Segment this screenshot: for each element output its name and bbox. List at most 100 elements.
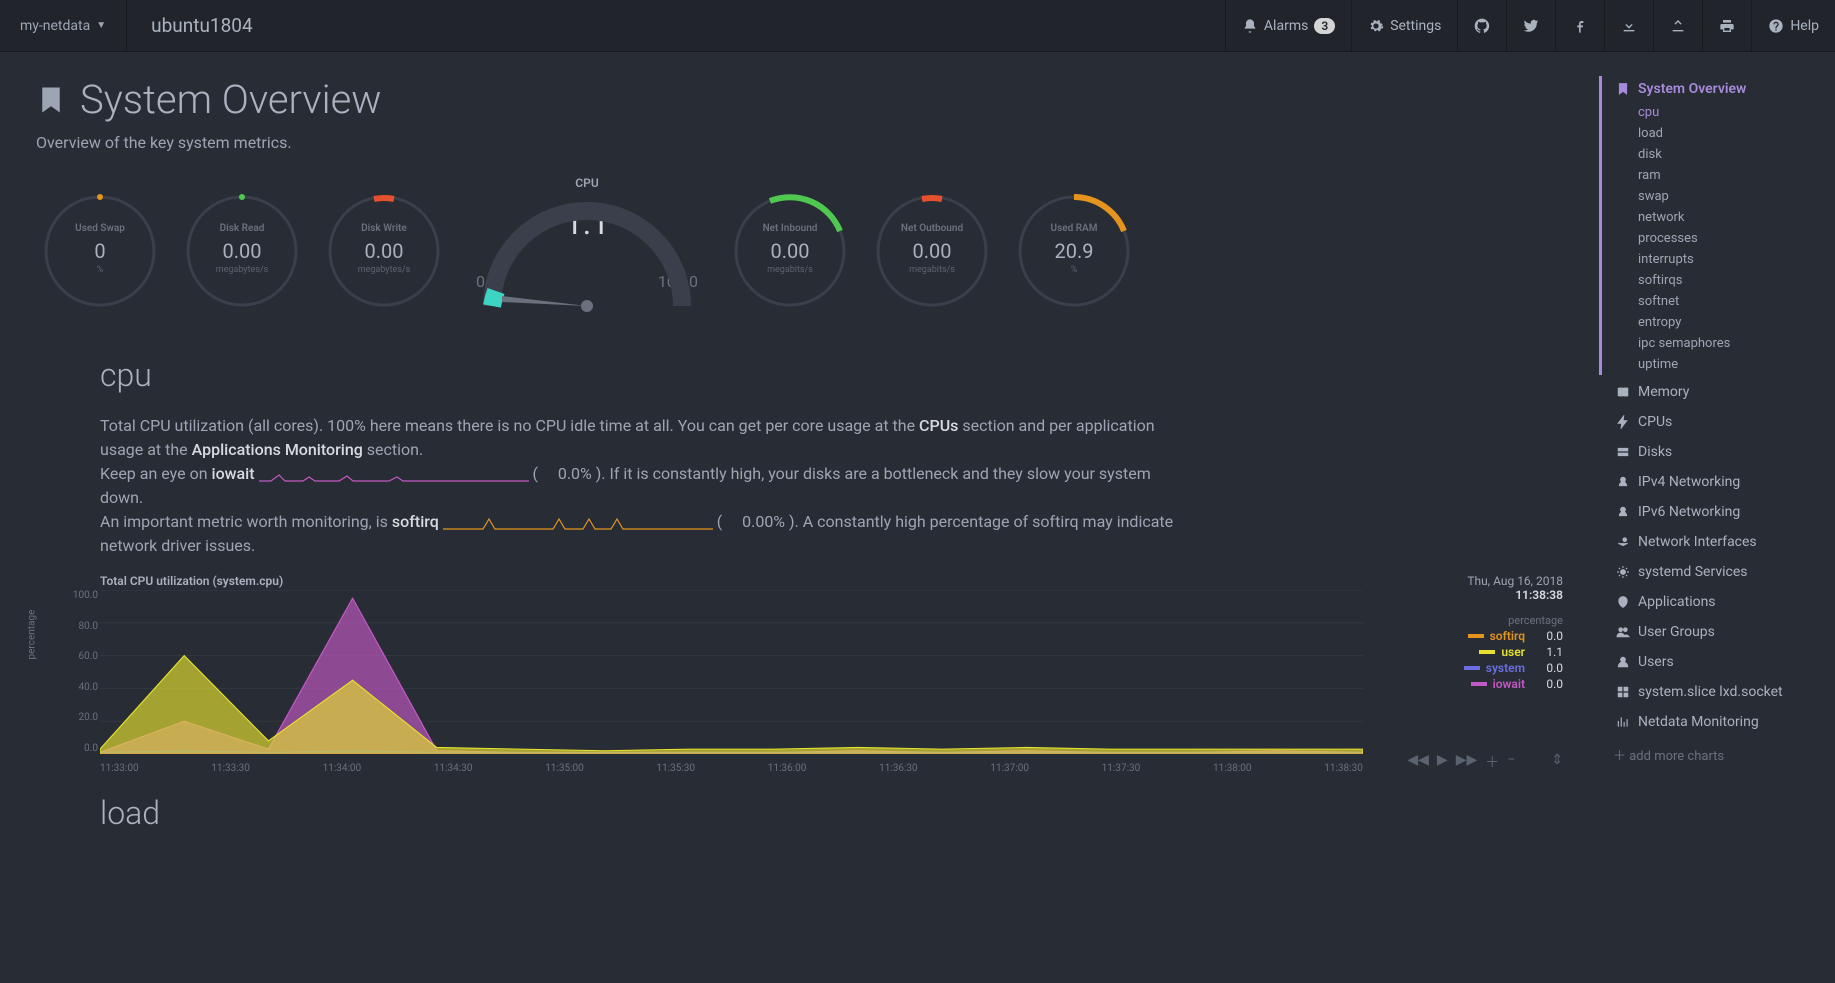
sidebar-item-ipv4-networking[interactable]: IPv4 Networking xyxy=(1616,469,1823,495)
download-icon xyxy=(1621,18,1637,34)
sidebar-item-cpus[interactable]: CPUs xyxy=(1616,409,1823,435)
alarms-count: 3 xyxy=(1314,18,1335,34)
gauge-label: Disk Read xyxy=(178,223,306,234)
sidebar-item-memory[interactable]: Memory xyxy=(1616,379,1823,405)
sidebar-item-netdata-monitoring[interactable]: Netdata Monitoring xyxy=(1616,709,1823,735)
chart-controls: ◀◀ ▶ ▶▶ ＋ − ⇕ xyxy=(1407,752,1563,772)
sidebar-label: Users xyxy=(1638,654,1674,670)
gauge-units: megabytes/s xyxy=(178,265,306,275)
plus-icon: ＋ xyxy=(1613,749,1629,764)
gauge-net-outbound[interactable]: Net Outbound 0.00 megabits/s xyxy=(868,187,996,315)
sidebar-item-system-slice-lxd-socket[interactable]: system.slice lxd.socket xyxy=(1616,679,1823,705)
chart-ylabel: percentage xyxy=(27,610,38,660)
legend-row[interactable]: softirq0.0 xyxy=(1373,629,1563,643)
sidebar-label: User Groups xyxy=(1638,624,1715,640)
gauge-disk-read[interactable]: Disk Read 0.00 megabytes/s xyxy=(178,187,306,315)
section-icon xyxy=(1616,415,1630,429)
sidebar-item-disks[interactable]: Disks xyxy=(1616,439,1823,465)
legend-header: percentage xyxy=(1373,614,1563,627)
sidebar-sub-uptime[interactable]: uptime xyxy=(1616,354,1823,375)
sidebar-item-ipv6-networking[interactable]: IPv6 Networking xyxy=(1616,499,1823,525)
play-icon[interactable]: ▶ xyxy=(1437,752,1448,772)
gauge-value: 0.00 xyxy=(178,239,306,263)
add-more-label: add more charts xyxy=(1629,749,1724,764)
sidebar-item-systemd-services[interactable]: systemd Services xyxy=(1616,559,1823,585)
sidebar-sub-network[interactable]: network xyxy=(1616,207,1823,228)
page-title-text: System Overview xyxy=(80,76,381,123)
bell-icon xyxy=(1242,18,1258,34)
legend-time: 11:38:38 xyxy=(1373,588,1563,602)
section-cpu-heading: cpu xyxy=(100,356,1563,394)
add-more-charts[interactable]: ＋ add more charts xyxy=(1599,739,1823,770)
sidebar-section-overview: System Overview cpuloaddiskramswapnetwor… xyxy=(1599,76,1823,375)
legend-row[interactable]: iowait0.0 xyxy=(1373,677,1563,691)
sidebar-sub-interrupts[interactable]: interrupts xyxy=(1616,249,1823,270)
twitter-icon xyxy=(1523,18,1539,34)
gauge-value: 0 xyxy=(36,239,164,263)
sidebar-item-applications[interactable]: Applications xyxy=(1616,589,1823,615)
settings-button[interactable]: Settings xyxy=(1351,0,1457,51)
legend-date: Thu, Aug 16, 2018 xyxy=(1373,574,1563,588)
rewind-icon[interactable]: ◀◀ xyxy=(1407,752,1429,772)
sidebar-sub-processes[interactable]: processes xyxy=(1616,228,1823,249)
gauge-disk-write[interactable]: Disk Write 0.00 megabytes/s xyxy=(320,187,448,315)
sidebar-sub-softirqs[interactable]: softirqs xyxy=(1616,270,1823,291)
page-subtitle: Overview of the key system metrics. xyxy=(36,133,1563,152)
gear-icon xyxy=(1368,18,1384,34)
alarms-label: Alarms xyxy=(1264,18,1308,34)
sidebar-sub-disk[interactable]: disk xyxy=(1616,144,1823,165)
resize-icon[interactable]: ⇕ xyxy=(1551,752,1563,772)
sidebar-item-users[interactable]: Users xyxy=(1616,649,1823,675)
print-button[interactable] xyxy=(1702,0,1751,51)
help-button[interactable]: Help xyxy=(1751,0,1835,51)
sidebar-sub-softnet[interactable]: softnet xyxy=(1616,291,1823,312)
gauge-units: megabits/s xyxy=(868,265,996,275)
sidebar-sub-swap[interactable]: swap xyxy=(1616,186,1823,207)
sidebar-sub-ipc-semaphores[interactable]: ipc semaphores xyxy=(1616,333,1823,354)
sidebar-sub-load[interactable]: load xyxy=(1616,123,1823,144)
section-icon xyxy=(1616,685,1630,699)
legend-row[interactable]: user1.1 xyxy=(1373,645,1563,659)
gauge-used-ram[interactable]: Used RAM 20.9 % xyxy=(1010,187,1138,315)
zoom-out-icon[interactable]: − xyxy=(1507,752,1515,772)
gauge-cpu-main[interactable]: CPU 1.1 0.0 100.0 % xyxy=(462,176,712,326)
github-link[interactable] xyxy=(1457,0,1506,51)
facebook-link[interactable] xyxy=(1555,0,1604,51)
section-icon xyxy=(1616,475,1630,489)
zoom-in-icon[interactable]: ＋ xyxy=(1485,752,1499,772)
upload-button[interactable] xyxy=(1653,0,1702,51)
chart-plot-area[interactable] xyxy=(100,590,1363,754)
legend-value: 0.0 xyxy=(1531,629,1563,643)
gauge-used-swap[interactable]: Used Swap 0 % xyxy=(36,187,164,315)
softirq-pct: 0.00% xyxy=(742,512,785,531)
gauge-value: 0.00 xyxy=(726,239,854,263)
legend-value: 1.1 xyxy=(1531,645,1563,659)
chart-y-axis: 100.080.060.040.020.00.0 xyxy=(64,590,98,754)
sidebar-item-network-interfaces[interactable]: Network Interfaces xyxy=(1616,529,1823,555)
cpu-chart[interactable]: Total CPU utilization (system.cpu) perce… xyxy=(36,574,1563,774)
facebook-icon xyxy=(1572,18,1588,34)
download-button[interactable] xyxy=(1604,0,1653,51)
gauge-label: Disk Write xyxy=(320,223,448,234)
sidebar-sub-cpu[interactable]: cpu xyxy=(1616,102,1823,123)
sidebar-sub-ram[interactable]: ram xyxy=(1616,165,1823,186)
section-icon xyxy=(1616,625,1630,639)
gauge-units: % xyxy=(1010,265,1138,275)
gauge-label: Used RAM xyxy=(1010,223,1138,234)
sidebar-label: CPUs xyxy=(1638,414,1672,430)
link-apps-monitoring[interactable]: Applications Monitoring xyxy=(192,440,363,459)
legend-name: system xyxy=(1486,661,1525,675)
desc-text: Total CPU utilization (all cores). 100% … xyxy=(100,416,919,435)
link-cpus[interactable]: CPUs xyxy=(919,416,958,435)
twitter-link[interactable] xyxy=(1506,0,1555,51)
gauge-net-inbound[interactable]: Net Inbound 0.00 megabits/s xyxy=(726,187,854,315)
legend-row[interactable]: system0.0 xyxy=(1373,661,1563,675)
forward-icon[interactable]: ▶▶ xyxy=(1456,752,1478,772)
gauges-row: Used Swap 0 % Disk Read 0.00 megabytes/s… xyxy=(36,176,1563,326)
alarms-button[interactable]: Alarms 3 xyxy=(1225,0,1351,51)
sidebar-item-user-groups[interactable]: User Groups xyxy=(1616,619,1823,645)
brand-dropdown[interactable]: my-netdata ▼ xyxy=(0,0,127,51)
sidebar-sub-entropy[interactable]: entropy xyxy=(1616,312,1823,333)
sidebar-item-system-overview[interactable]: System Overview xyxy=(1616,76,1823,102)
legend-value: 0.0 xyxy=(1531,677,1563,691)
